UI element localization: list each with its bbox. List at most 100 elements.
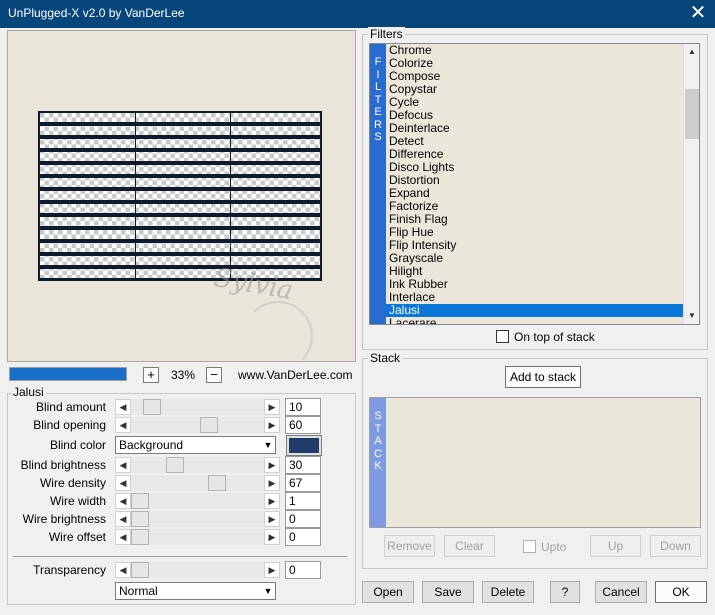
param-value[interactable]: 67	[285, 474, 321, 492]
filters-scrollbar[interactable]: ▲ ▼	[683, 44, 699, 324]
param-label: Wire brightness	[22, 512, 106, 526]
slider-thumb[interactable]	[200, 417, 218, 433]
strip-letter: S	[374, 131, 382, 143]
slider-left-arrow-icon[interactable]: ◀	[115, 399, 131, 415]
param-label: Wire density	[39, 476, 106, 490]
remove-button[interactable]: Remove	[384, 535, 435, 557]
slider-left-arrow-icon[interactable]: ◀	[115, 511, 131, 527]
stack-list[interactable]: STACK	[369, 397, 701, 528]
slider-right-arrow-icon[interactable]: ▶	[264, 562, 280, 578]
slider-right-arrow-icon[interactable]: ▶	[264, 417, 280, 433]
blind-color-value: Background	[119, 438, 184, 452]
delete-button[interactable]: Delete	[482, 581, 534, 603]
jalusi-group-title: Jalusi	[11, 385, 46, 399]
preview-divider	[135, 113, 136, 279]
progress-bar	[9, 367, 127, 381]
watermark-text: Sylvia	[211, 262, 296, 307]
filters-strip-label: FILTERS	[370, 56, 386, 144]
slider-thumb[interactable]	[208, 475, 226, 491]
strip-letter: T	[374, 422, 382, 435]
scroll-down-icon[interactable]: ▼	[684, 308, 699, 324]
filters-group-title: Filters	[368, 27, 405, 41]
save-button[interactable]: Save	[422, 581, 474, 603]
on-top-checkbox[interactable]	[496, 330, 509, 343]
slider-right-arrow-icon[interactable]: ▶	[264, 399, 280, 415]
preview-pane: Sylvia	[7, 30, 356, 362]
slider-thumb[interactable]	[131, 493, 149, 509]
zoom-out-button[interactable]: −	[206, 367, 222, 383]
strip-letter: I	[376, 68, 380, 81]
slider-left-arrow-icon[interactable]: ◀	[115, 417, 131, 433]
slider-thumb[interactable]	[143, 399, 161, 415]
slider-right-arrow-icon[interactable]: ▶	[264, 493, 280, 509]
blend-mode-value: Normal	[119, 584, 158, 598]
param-slider[interactable]: ◀ ▶	[115, 511, 280, 527]
param-slider[interactable]: ◀ ▶	[115, 475, 280, 491]
slider-thumb[interactable]	[166, 457, 184, 473]
blind-color-select[interactable]: Background ▼	[115, 436, 276, 454]
param-value[interactable]: 0	[285, 528, 321, 546]
up-button[interactable]: Up	[590, 535, 641, 557]
blind-color-swatch[interactable]	[286, 435, 322, 456]
clear-button[interactable]: Clear	[444, 535, 495, 557]
slider-right-arrow-icon[interactable]: ▶	[264, 475, 280, 491]
filters-strip: FILTERS	[370, 44, 386, 324]
help-button[interactable]: ?	[550, 581, 580, 603]
progress-fill	[10, 368, 126, 380]
slider-left-arrow-icon[interactable]: ◀	[115, 562, 131, 578]
close-button[interactable]: ✕	[684, 2, 712, 26]
transparency-slider[interactable]: ◀ ▶	[115, 562, 280, 578]
upto-checkbox[interactable]	[523, 540, 536, 553]
filter-item[interactable]: Grayscale	[386, 252, 683, 265]
chevron-down-icon[interactable]: ▼	[261, 583, 275, 599]
preview-divider	[230, 113, 231, 279]
filter-item[interactable]: Lacerare	[386, 317, 683, 325]
slider-right-arrow-icon[interactable]: ▶	[264, 529, 280, 545]
filter-item[interactable]: Interlace	[386, 291, 683, 304]
slider-left-arrow-icon[interactable]: ◀	[115, 529, 131, 545]
strip-letter: S	[374, 410, 382, 422]
filters-items: Chrome Colorize Compose Copystar Cycle Defocu…	[386, 44, 683, 325]
scroll-up-icon[interactable]: ▲	[684, 44, 699, 60]
param-label: Blind color	[49, 438, 106, 452]
filters-list[interactable]: FILTERS Chrome Colorize Compose Copystar Cyc…	[369, 43, 700, 325]
slider-right-arrow-icon[interactable]: ▶	[264, 511, 280, 527]
window-title: UnPlugged-X v2.0 by VanDerLee	[8, 6, 185, 20]
param-value[interactable]: 10	[285, 398, 321, 416]
slider-thumb[interactable]	[131, 562, 149, 578]
down-button[interactable]: Down	[650, 535, 701, 557]
chevron-down-icon[interactable]: ▼	[261, 437, 275, 453]
blend-mode-select[interactable]: Normal ▼	[115, 582, 276, 600]
stack-strip-label: STACK	[370, 410, 386, 473]
slider-left-arrow-icon[interactable]: ◀	[115, 457, 131, 473]
slider-thumb[interactable]	[131, 511, 149, 527]
param-slider[interactable]: ◀ ▶	[115, 457, 280, 473]
scroll-thumb[interactable]	[685, 89, 699, 139]
filter-item[interactable]: Distortion	[386, 174, 683, 187]
param-value[interactable]: 0	[285, 510, 321, 528]
filter-item[interactable]: Deinterlace	[386, 122, 683, 135]
slider-left-arrow-icon[interactable]: ◀	[115, 493, 131, 509]
param-label: Blind opening	[33, 418, 106, 432]
strip-letter: K	[374, 460, 382, 472]
param-slider[interactable]: ◀ ▶	[115, 493, 280, 509]
separator	[13, 556, 347, 557]
filter-item[interactable]: Copystar	[386, 83, 683, 96]
param-value[interactable]: 1	[285, 492, 321, 510]
slider-left-arrow-icon[interactable]: ◀	[115, 475, 131, 491]
open-button[interactable]: Open	[362, 581, 414, 603]
stack-group-title: Stack	[368, 351, 403, 365]
zoom-in-button[interactable]: +	[143, 367, 159, 383]
param-slider[interactable]: ◀ ▶	[115, 529, 280, 545]
slider-right-arrow-icon[interactable]: ▶	[264, 457, 280, 473]
slider-thumb[interactable]	[131, 529, 149, 545]
add-to-stack-button[interactable]: Add to stack	[505, 366, 581, 388]
transparency-value[interactable]: 0	[285, 561, 321, 579]
param-value[interactable]: 30	[285, 456, 321, 474]
cancel-button[interactable]: Cancel	[595, 581, 647, 603]
param-slider[interactable]: ◀ ▶	[115, 417, 280, 433]
param-value[interactable]: 60	[285, 416, 321, 434]
website-link[interactable]: www.VanDerLee.com	[238, 368, 353, 382]
param-slider[interactable]: ◀ ▶	[115, 399, 280, 415]
ok-button[interactable]: OK	[655, 581, 707, 603]
